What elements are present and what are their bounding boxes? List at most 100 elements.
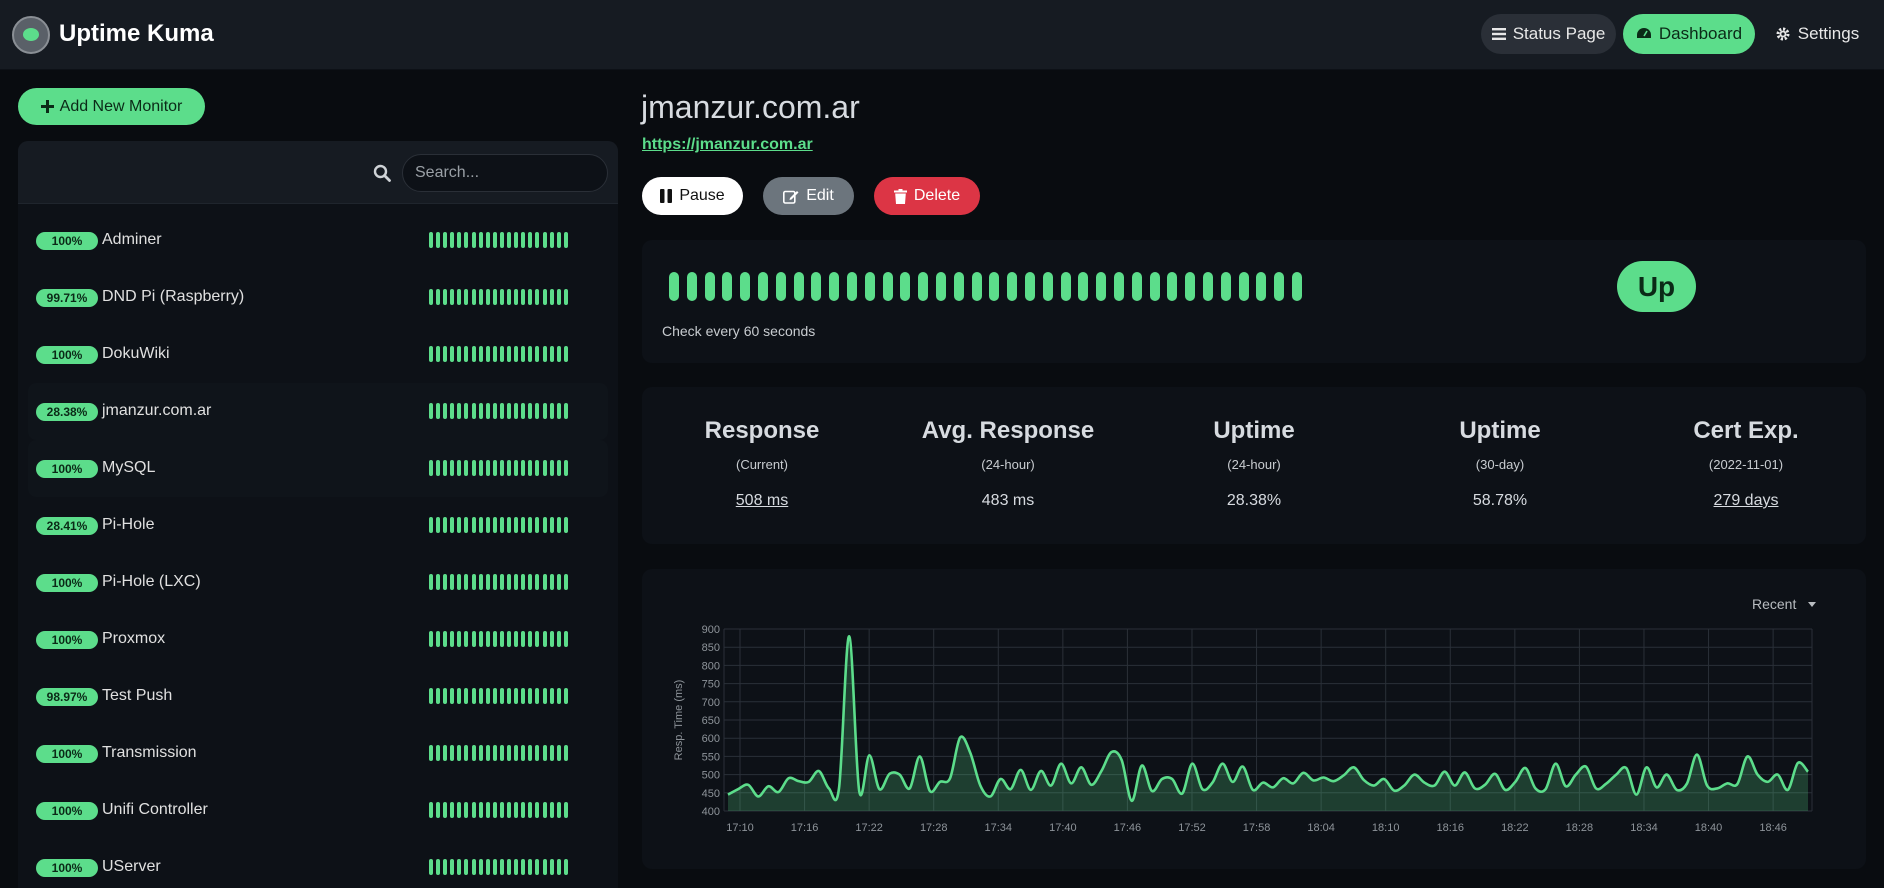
heartbeat-beat bbox=[464, 346, 469, 362]
monitor-list-item[interactable]: 100% Proxmox bbox=[28, 611, 608, 668]
heartbeat-beat bbox=[549, 631, 554, 647]
search-input[interactable] bbox=[402, 154, 608, 192]
stat-response: Response (Current) 508 ms bbox=[652, 417, 872, 510]
heartbeat-beat bbox=[521, 574, 526, 590]
heartbeat-beat bbox=[443, 631, 448, 647]
y-axis-label: Resp. Time (ms) bbox=[673, 680, 685, 761]
heartbeat-beat bbox=[864, 272, 875, 301]
heartbeat-beat bbox=[471, 289, 476, 305]
heartbeat-beat bbox=[556, 631, 561, 647]
monitor-list-item[interactable]: 99.71% DND Pi (Raspberry) bbox=[28, 269, 608, 326]
heartbeat-beat bbox=[457, 517, 462, 533]
monitor-url-link[interactable]: https://jmanzur.com.ar bbox=[642, 136, 813, 154]
heartbeat-beat bbox=[443, 574, 448, 590]
edit-button[interactable]: Edit bbox=[763, 177, 854, 215]
heartbeat-beat bbox=[563, 232, 568, 248]
heartbeat-beat bbox=[556, 403, 561, 419]
heartbeat-beat bbox=[1202, 272, 1213, 301]
heartbeat-beat bbox=[521, 859, 526, 875]
heartbeat-beat bbox=[542, 403, 547, 419]
heartbeat-beat bbox=[443, 859, 448, 875]
uptime-kuma-logo[interactable] bbox=[12, 16, 50, 54]
heartbeat-beat bbox=[492, 859, 497, 875]
heartbeat-beat bbox=[528, 802, 533, 818]
monitor-list-item[interactable]: 100% DokuWiki bbox=[28, 326, 608, 383]
x-tick-label: 18:16 bbox=[1437, 822, 1465, 834]
heartbeat-beat bbox=[499, 289, 504, 305]
heartbeat-beat bbox=[436, 802, 441, 818]
heartbeat-card: Check every 60 seconds Up bbox=[642, 240, 1866, 363]
heartbeat-beat bbox=[478, 631, 483, 647]
y-tick-label: 400 bbox=[702, 806, 720, 818]
uptime-badge: 100% bbox=[36, 859, 98, 877]
brand-title[interactable]: Uptime Kuma bbox=[59, 20, 214, 48]
heartbeat-beat bbox=[535, 688, 540, 704]
heartbeat-beat bbox=[499, 232, 504, 248]
heartbeat-beat bbox=[514, 745, 519, 761]
monitor-list-item[interactable]: 100% Adminer bbox=[28, 212, 608, 269]
monitor-name: DokuWiki bbox=[102, 345, 170, 362]
x-tick-label: 17:16 bbox=[791, 822, 819, 834]
heartbeat-beat bbox=[478, 517, 483, 533]
heartbeat-beat bbox=[436, 574, 441, 590]
pause-label: Pause bbox=[679, 187, 725, 204]
heartbeat-beat bbox=[450, 232, 455, 248]
heartbeat-beat bbox=[528, 688, 533, 704]
heartbeat-beat bbox=[918, 272, 929, 301]
heartbeat-beat bbox=[443, 289, 448, 305]
settings-label: Settings bbox=[1797, 24, 1860, 43]
monitor-list-item[interactable]: 100% UServer bbox=[28, 839, 608, 888]
heartbeat-beat bbox=[478, 232, 483, 248]
heartbeat-mini-bar bbox=[429, 403, 568, 419]
delete-button[interactable]: Delete bbox=[874, 177, 980, 215]
stat-subtitle: (Current) bbox=[735, 457, 788, 472]
heartbeat-beat bbox=[478, 346, 483, 362]
heartbeat-beat bbox=[450, 631, 455, 647]
heartbeat-beat bbox=[549, 859, 554, 875]
dashboard-label: Dashboard bbox=[1658, 24, 1743, 43]
stat-value[interactable]: 279 days bbox=[1636, 492, 1856, 510]
heartbeat-beat bbox=[514, 574, 519, 590]
y-tick-label: 550 bbox=[702, 751, 720, 763]
monitor-list-item[interactable]: 100% Transmission bbox=[28, 725, 608, 782]
heartbeat-beat bbox=[521, 403, 526, 419]
heartbeat-beat bbox=[549, 517, 554, 533]
heartbeat-beat bbox=[464, 745, 469, 761]
stat-subtitle: (2022-11-01) bbox=[1708, 457, 1784, 472]
heartbeat-beat bbox=[485, 289, 490, 305]
heartbeat-beat bbox=[989, 272, 1000, 301]
monitor-list-item[interactable]: 100% MySQL bbox=[28, 440, 608, 497]
monitor-list-item[interactable]: 100% Pi-Hole (LXC) bbox=[28, 554, 608, 611]
monitor-list-item[interactable]: 98.97% Test Push bbox=[28, 668, 608, 725]
heartbeat-beat bbox=[882, 272, 893, 301]
heartbeat-beat bbox=[457, 802, 462, 818]
monitor-list-item[interactable]: 28.41% Pi-Hole bbox=[28, 497, 608, 554]
stat-value[interactable]: 508 ms bbox=[652, 492, 872, 510]
monitor-list-item[interactable]: 100% Unifi Controller bbox=[28, 782, 608, 839]
stat-value: 483 ms bbox=[981, 492, 1035, 509]
monitor-list-item[interactable]: 28.38% jmanzur.com.ar bbox=[28, 383, 608, 440]
pause-button[interactable]: Pause bbox=[642, 177, 743, 215]
heartbeat-beat bbox=[514, 802, 519, 818]
status-page-label: Status Page bbox=[1512, 24, 1606, 43]
heartbeat-beat bbox=[443, 403, 448, 419]
heartbeat-beat bbox=[457, 574, 462, 590]
heartbeat-beat bbox=[811, 272, 822, 301]
stat-title: Uptime bbox=[1459, 417, 1541, 444]
heartbeat-beat bbox=[556, 745, 561, 761]
uptime-badge: 100% bbox=[36, 745, 98, 763]
heartbeat-beat bbox=[1256, 272, 1267, 301]
heartbeat-beat bbox=[1220, 272, 1231, 301]
heartbeat-mini-bar bbox=[429, 517, 568, 533]
monitor-name: Pi-Hole (LXC) bbox=[102, 573, 201, 590]
gear-icon bbox=[1776, 27, 1790, 41]
heartbeat-beat bbox=[436, 460, 441, 476]
status-page-button[interactable]: Status Page bbox=[1481, 14, 1616, 54]
heartbeat-beat bbox=[499, 688, 504, 704]
settings-button[interactable]: Settings bbox=[1772, 14, 1862, 54]
dashboard-button[interactable]: Dashboard bbox=[1623, 14, 1755, 54]
heartbeat-beat bbox=[464, 403, 469, 419]
tachometer-icon bbox=[1636, 28, 1651, 38]
x-tick-label: 17:40 bbox=[1049, 822, 1077, 834]
add-new-monitor-button[interactable]: Add New Monitor bbox=[18, 88, 205, 125]
